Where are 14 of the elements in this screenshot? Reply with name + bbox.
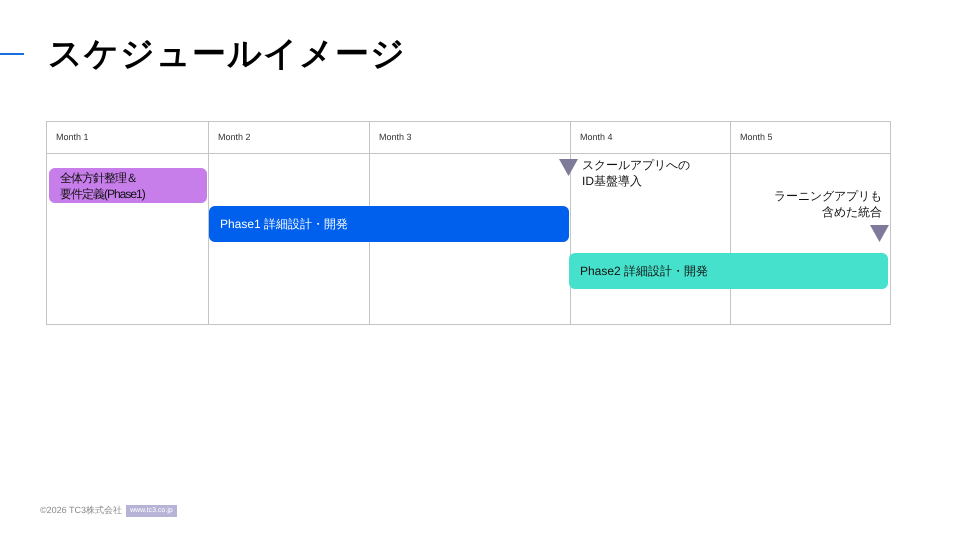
task-bar: Phase2 詳細設計・開発	[569, 253, 888, 289]
task-bar: Phase1 詳細設計・開発	[209, 206, 569, 242]
month-header: Month 5	[730, 122, 890, 153]
milestone-label: ラーニングアプリも含めた統合	[773, 188, 882, 220]
month-header: Month 1	[55, 130, 90, 144]
milestone-triangle-icon	[559, 159, 578, 176]
month-header: Month 2	[208, 122, 369, 153]
milestone-label: スクールアプリへのID基盤導入	[582, 157, 691, 189]
page-title: スケジュールイメージ	[48, 34, 406, 74]
copyright-text: ©2026 TC3株式会社	[40, 504, 122, 517]
task-bar: 全体方針整理＆要件定義(Phase1)	[49, 168, 207, 203]
milestone-triangle-icon	[870, 225, 889, 242]
month-header: Month 4	[570, 122, 730, 153]
month-header: Month 3	[369, 122, 570, 153]
